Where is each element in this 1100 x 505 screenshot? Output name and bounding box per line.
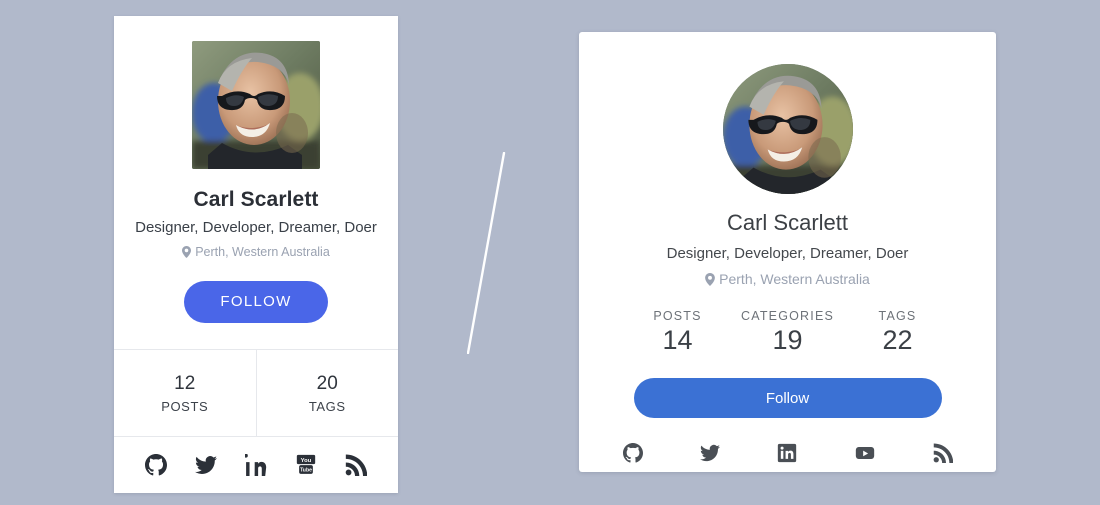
github-icon[interactable] (145, 454, 167, 476)
stat-posts-label: POSTS (653, 309, 702, 323)
stat-tags: TAGS 22 (843, 309, 953, 356)
linkedin-icon[interactable] (777, 443, 797, 463)
stat-posts-value: 12 (174, 372, 196, 394)
profile-name: Carl Scarlett (193, 188, 319, 211)
left-card-header: Carl Scarlett Designer, Developer, Dream… (114, 16, 398, 259)
stat-tags-label: TAGS (308, 398, 346, 414)
stat-tags-value: 22 (882, 325, 913, 355)
avatar-photo (192, 41, 320, 169)
profile-card-classic: Carl Scarlett Designer, Developer, Dream… (114, 16, 398, 493)
stat-posts: POSTS 14 (623, 309, 733, 356)
stat-categories-label: CATEGORIES (740, 309, 835, 323)
profile-location: Perth, Western Australia (705, 271, 870, 287)
github-icon[interactable] (622, 443, 643, 463)
twitter-icon[interactable] (699, 443, 720, 463)
avatar (192, 41, 320, 169)
profile-card-modern: Carl Scarlett Designer, Developer, Dream… (579, 32, 996, 472)
page-stage: Carl Scarlett Designer, Developer, Dream… (0, 0, 1100, 505)
profile-name: Carl Scarlett (726, 210, 849, 235)
left-follow-container: FOLLOW (114, 259, 398, 349)
stat-posts-value: 14 (662, 325, 693, 355)
profile-tagline: Designer, Developer, Dreamer, Doer (666, 245, 909, 262)
stat-posts-label: POSTS (161, 398, 209, 414)
stats-row: POSTS 14 CATEGORIES 19 TAGS 22 (623, 309, 953, 356)
rss-icon[interactable] (345, 454, 367, 476)
stat-categories-value: 19 (772, 325, 803, 355)
svg-text:Tube: Tube (300, 468, 312, 474)
stat-categories: CATEGORIES 19 (733, 309, 843, 356)
follow-button[interactable]: Follow (633, 378, 942, 418)
rss-icon[interactable] (933, 443, 953, 463)
stats-row: 12 POSTS 20 TAGS (114, 349, 398, 437)
profile-location-text: Perth, Western Australia (719, 271, 870, 287)
twitter-icon[interactable] (195, 454, 217, 476)
stat-tags-value: 20 (316, 372, 338, 394)
profile-tagline: Designer, Developer, Dreamer, Doer (135, 219, 377, 236)
diagonal-divider (467, 152, 506, 354)
linkedin-icon[interactable] (245, 454, 267, 476)
profile-location: Perth, Western Australia (114, 245, 398, 259)
stat-tags-label: TAGS (878, 309, 917, 323)
map-pin-icon (705, 272, 716, 286)
stat-tags: 20 TAGS (255, 350, 399, 436)
stat-posts: 12 POSTS (114, 350, 256, 436)
youtube-icon[interactable]: You Tube (295, 454, 317, 476)
avatar (722, 64, 853, 194)
social-links (622, 442, 953, 464)
social-links: You Tube (114, 437, 398, 493)
map-pin-icon (182, 246, 192, 258)
avatar-photo (722, 64, 853, 194)
svg-text:You: You (301, 458, 312, 464)
follow-button[interactable]: FOLLOW (184, 281, 328, 323)
youtube-icon[interactable] (854, 442, 876, 464)
profile-location-text: Perth, Western Australia (195, 245, 330, 259)
